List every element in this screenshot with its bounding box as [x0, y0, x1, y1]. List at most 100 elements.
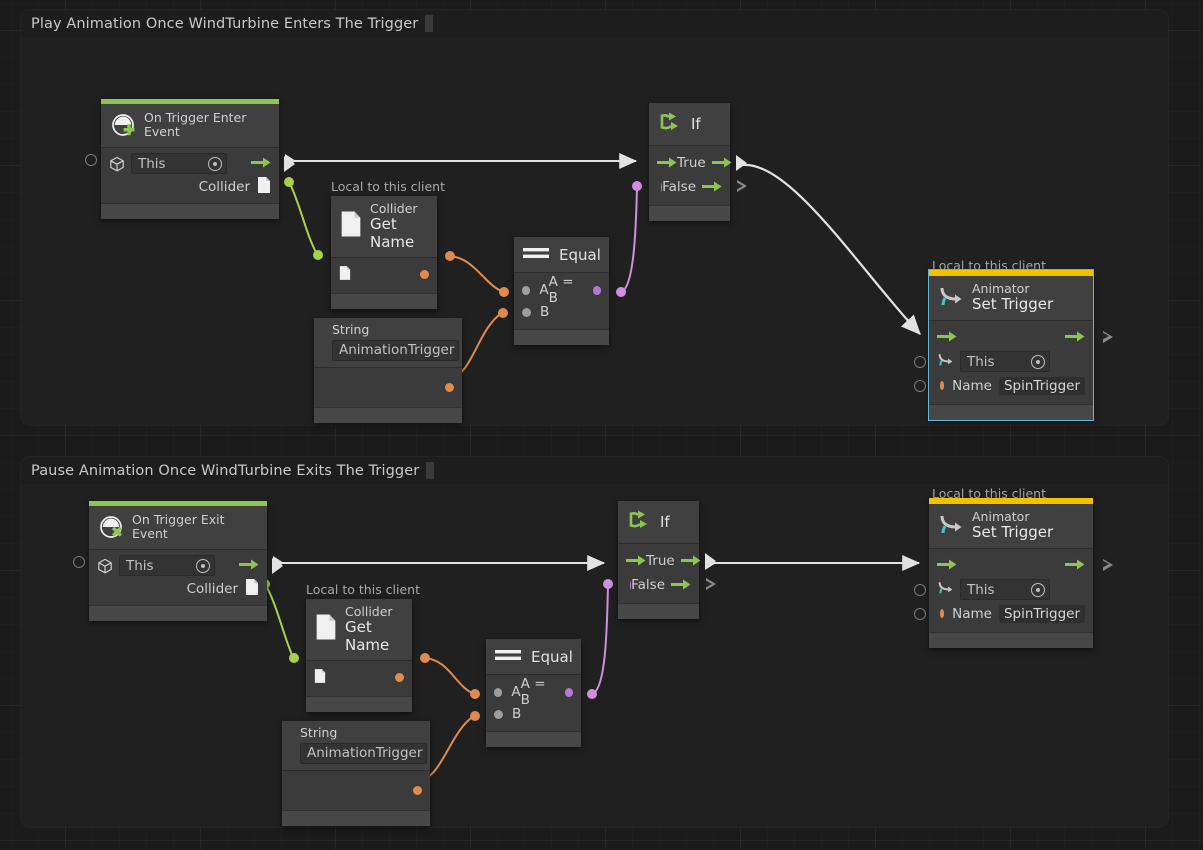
node-animator-set-trigger[interactable]: Animator Set Trigger This Name SpinTrigg… [914, 269, 1113, 421]
node-collider-get-name[interactable]: Collider Get Name [306, 599, 412, 712]
exec-in-arrow-icon[interactable] [937, 328, 957, 347]
row-false: False [618, 573, 716, 597]
exec-out-port-true[interactable] [736, 155, 747, 171]
exec-out-port-true[interactable] [705, 553, 716, 569]
row-output [314, 376, 462, 398]
string-value-field[interactable]: AnimationTrigger [332, 340, 460, 362]
output-port-string[interactable] [413, 785, 422, 795]
exec-out-arrow-icon[interactable] [251, 154, 271, 173]
object-picker-icon[interactable] [1031, 582, 1045, 597]
target-value: This [138, 155, 166, 172]
node-if[interactable]: If True False [618, 501, 716, 619]
target-field[interactable]: This [960, 579, 1050, 601]
target-field[interactable]: This [119, 555, 215, 577]
target-field[interactable]: This [131, 153, 227, 175]
node-titlebar: Animator Set Trigger [929, 276, 1093, 321]
exec-out-arrow-icon[interactable] [239, 556, 259, 575]
input-port-name[interactable] [940, 381, 945, 391]
object-picker-icon[interactable] [1031, 354, 1045, 369]
trigger-enter-icon [110, 112, 136, 138]
exec-out-port-false[interactable] [735, 180, 747, 192]
exec-out-port[interactable] [1101, 558, 1113, 571]
input-port-name[interactable] [940, 609, 945, 619]
exec-out-arrow-icon[interactable] [711, 154, 732, 173]
node-titlebar: Animator Set Trigger [929, 504, 1093, 549]
input-port-ring[interactable] [73, 555, 85, 568]
input-port-ring[interactable] [914, 607, 926, 620]
input-port-b[interactable] [522, 307, 531, 317]
input-port-b[interactable] [494, 709, 503, 719]
output-port-string[interactable] [395, 673, 404, 683]
node-body [314, 368, 462, 408]
out-true-label: True [677, 155, 706, 171]
group-collapse-handle[interactable] [426, 462, 435, 479]
input-port-a[interactable] [494, 687, 503, 697]
node-body: A A = B B [486, 675, 581, 731]
node-equal[interactable]: Equal A A = B B [486, 639, 581, 747]
node-collider-get-name[interactable]: Collider Get Name [331, 196, 437, 309]
node-titlebar: On Trigger Enter Event [101, 104, 279, 148]
exec-out-arrow-icon[interactable] [1065, 556, 1085, 575]
group-header[interactable]: Pause Animation Once WindTurbine Exits T… [21, 457, 1168, 484]
equal-icon [523, 245, 549, 264]
object-picker-icon[interactable] [208, 156, 222, 171]
node-if[interactable]: If True False [649, 103, 747, 221]
node-string[interactable]: String AnimationTrigger [282, 721, 430, 827]
exec-out-arrow-icon[interactable] [680, 552, 701, 571]
node-footer [314, 407, 462, 424]
name-value-field[interactable]: SpinTrigger [998, 604, 1085, 623]
node-title-sub: On Trigger Exit [132, 512, 225, 527]
node-on-trigger-enter[interactable]: On Trigger Enter Event This Collider [85, 99, 295, 219]
output-port-string[interactable] [420, 270, 429, 280]
row-name: Name SpinTrigger [914, 602, 1093, 626]
input-port-ring[interactable] [85, 153, 97, 166]
target-field[interactable]: This [960, 351, 1050, 373]
node-title-main: Event [144, 124, 180, 140]
exec-out-arrow-icon[interactable] [1065, 328, 1085, 347]
target-value: This [126, 557, 154, 574]
exec-out-port[interactable] [272, 557, 283, 574]
group-title: Play Animation Once WindTurbine Enters T… [31, 15, 419, 32]
exec-in-arrow-icon[interactable] [937, 556, 957, 575]
input-port-ring[interactable] [914, 379, 926, 392]
string-value-field[interactable]: AnimationTrigger [300, 743, 428, 765]
node-title-main: Set Trigger [972, 523, 1054, 542]
node-footer [101, 202, 279, 219]
node-footer [331, 292, 437, 309]
branch-icon [627, 509, 651, 535]
name-value-field[interactable]: SpinTrigger [998, 376, 1085, 395]
output-port-bool[interactable] [592, 285, 601, 295]
group-title: Pause Animation Once WindTurbine Exits T… [31, 462, 420, 479]
exec-in-arrow-icon[interactable] [657, 154, 677, 173]
gameobject-icon [109, 156, 125, 172]
group-collapse-handle[interactable] [425, 15, 434, 32]
node-body: True False [649, 146, 747, 205]
row-value [306, 667, 412, 689]
name-label: Name [952, 605, 992, 622]
input-port-a[interactable] [522, 285, 531, 295]
node-animator-set-trigger[interactable]: Animator Set Trigger This Name SpinTrigg… [914, 498, 1113, 648]
exec-out-port[interactable] [1101, 330, 1113, 343]
input-port-ring[interactable] [914, 355, 926, 368]
exec-out-port-false[interactable] [704, 578, 716, 590]
input-port-ring[interactable] [914, 583, 926, 596]
node-titlebar: If [618, 501, 699, 544]
group-header[interactable]: Play Animation Once WindTurbine Enters T… [21, 10, 1168, 37]
name-label: Name [952, 377, 992, 394]
exec-out-arrow-icon[interactable] [671, 576, 691, 595]
node-title-main: Set Trigger [972, 295, 1054, 314]
exec-out-arrow-icon[interactable] [702, 178, 722, 197]
output-port-string[interactable] [445, 382, 454, 392]
node-on-trigger-exit[interactable]: On Trigger Exit Event This Collider [73, 501, 283, 621]
object-picker-icon[interactable] [196, 558, 210, 573]
exec-out-port[interactable] [284, 155, 295, 172]
output-port-bool[interactable] [564, 687, 573, 697]
exec-in-arrow-icon[interactable] [626, 552, 646, 571]
node-title: Equal [531, 647, 573, 666]
row-target: This [89, 554, 283, 578]
node-equal[interactable]: Equal A A = B B [514, 237, 609, 345]
node-footer [618, 603, 699, 619]
node-string[interactable]: String AnimationTrigger [314, 318, 462, 424]
file-icon [340, 210, 362, 242]
file-icon [257, 176, 271, 198]
